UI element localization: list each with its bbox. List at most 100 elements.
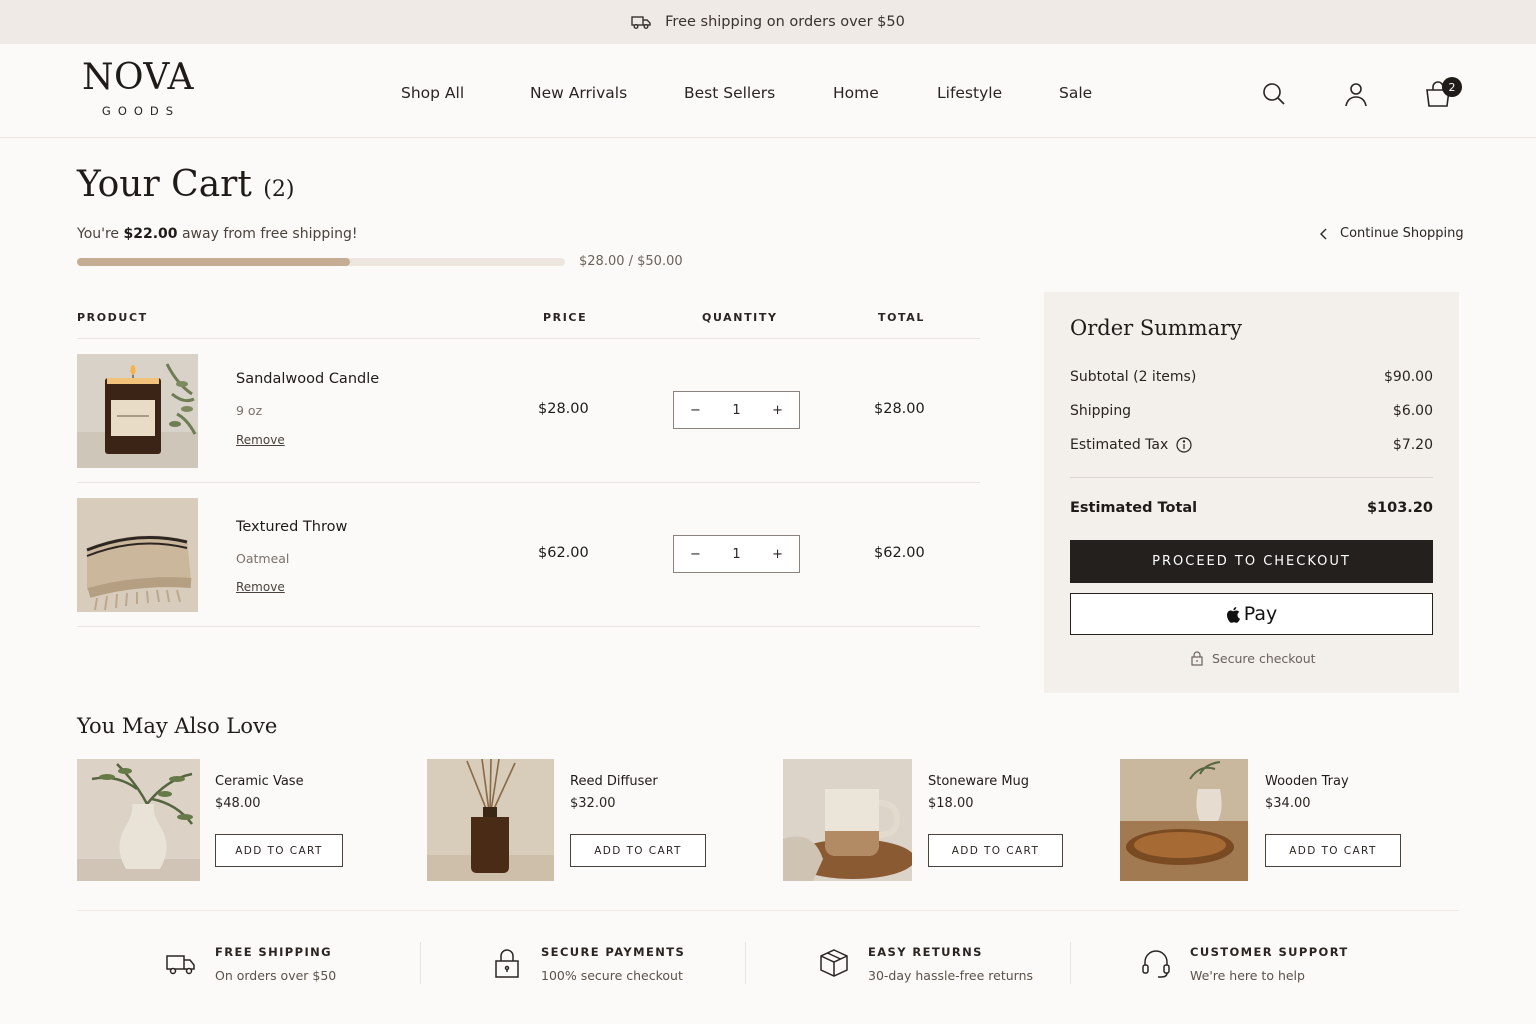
col-header-quantity: QUANTITY	[702, 311, 778, 324]
feature-text: We're here to help	[1190, 968, 1305, 983]
quantity-value[interactable]: 1	[732, 403, 740, 418]
recommendation-name[interactable]: Stoneware Mug	[928, 774, 1029, 789]
feature-text: 100% secure checkout	[541, 968, 683, 983]
announcement-text: Free shipping on orders over $50	[665, 14, 905, 30]
decrease-quantity-button[interactable]: −	[690, 547, 701, 562]
feature-free-shipping: FREE SHIPPING On orders over $50	[165, 945, 336, 983]
ship-msg-amount: $22.00	[123, 226, 178, 242]
cart-item-name[interactable]: Sandalwood Candle	[236, 371, 379, 387]
page-title: Your Cart (2)	[77, 164, 294, 205]
product-image-tray[interactable]	[1120, 759, 1248, 881]
feature-separator	[420, 942, 421, 984]
feature-title: CUSTOMER SUPPORT	[1190, 945, 1349, 959]
quantity-value[interactable]: 1	[732, 547, 740, 562]
subtotal-value: $90.00	[1384, 369, 1433, 385]
quantity-stepper: − 1 +	[673, 391, 800, 429]
increase-quantity-button[interactable]: +	[772, 403, 783, 418]
apple-pay-button[interactable]: Pay	[1070, 593, 1433, 635]
subtotal-row: Subtotal (2 items) $90.00	[1070, 369, 1433, 385]
cart-item-variant: 9 oz	[236, 403, 263, 418]
info-icon[interactable]	[1176, 437, 1192, 453]
headset-icon	[1142, 950, 1170, 978]
truck-icon	[631, 16, 651, 29]
row-divider	[77, 626, 980, 627]
recommendation-price: $32.00	[570, 796, 616, 811]
recommendation-price: $18.00	[928, 796, 974, 811]
continue-shopping-link[interactable]: Continue Shopping	[1320, 226, 1464, 241]
shipping-label: Shipping	[1070, 403, 1132, 419]
subtotal-label: Subtotal (2 items)	[1070, 369, 1197, 385]
remove-item-link[interactable]: Remove	[236, 580, 285, 594]
secure-checkout-note: Secure checkout	[1190, 650, 1316, 666]
add-to-cart-button[interactable]: ADD TO CART	[928, 834, 1063, 867]
shipping-progress-text: $28.00 / $50.00	[579, 254, 683, 269]
recommendation-price: $34.00	[1265, 796, 1311, 811]
free-shipping-message: You're $22.00 away from free shipping!	[77, 226, 358, 242]
feature-secure-payments: SECURE PAYMENTS 100% secure checkout	[491, 945, 685, 983]
col-header-total: TOTAL	[878, 311, 926, 324]
add-to-cart-button[interactable]: ADD TO CART	[1265, 834, 1401, 867]
add-to-cart-button[interactable]: ADD TO CART	[570, 834, 706, 867]
cart-item-total: $28.00	[874, 401, 925, 417]
shipping-value: $6.00	[1392, 403, 1433, 419]
feature-title: SECURE PAYMENTS	[541, 945, 686, 959]
feature-customer-support: CUSTOMER SUPPORT We're here to help	[1140, 945, 1349, 983]
table-divider	[77, 338, 980, 339]
total-label: Estimated Total	[1070, 500, 1198, 516]
recommendation-name[interactable]: Wooden Tray	[1265, 774, 1349, 789]
features-divider	[77, 910, 1459, 911]
nav-best-sellers[interactable]: Best Sellers	[684, 84, 775, 102]
continue-shopping-label: Continue Shopping	[1340, 226, 1464, 241]
lock-icon	[495, 949, 519, 978]
box-icon	[820, 949, 848, 977]
decrease-quantity-button[interactable]: −	[690, 403, 701, 418]
shipping-progress-bar	[77, 258, 565, 266]
announcement-bar: Free shipping on orders over $50	[0, 0, 1536, 44]
brand-subname: GOODS	[101, 104, 181, 118]
recommendation-name[interactable]: Ceramic Vase	[215, 774, 304, 789]
nav-shop-all[interactable]: Shop All	[401, 84, 464, 102]
tax-label: Estimated Tax	[1070, 437, 1169, 453]
truck-icon	[166, 955, 195, 975]
feature-title: FREE SHIPPING	[215, 945, 333, 959]
brand-logo[interactable]: NOVA GOODS	[76, 57, 200, 119]
tax-row: Estimated Tax $7.20	[1070, 437, 1433, 453]
col-header-price: PRICE	[543, 311, 588, 324]
add-to-cart-button[interactable]: ADD TO CART	[215, 834, 343, 867]
ship-msg-suffix: away from free shipping!	[177, 226, 358, 242]
remove-item-link[interactable]: Remove	[236, 433, 285, 447]
col-header-product: PRODUCT	[77, 311, 148, 324]
product-image-mug[interactable]	[783, 759, 912, 881]
cart-item-name[interactable]: Textured Throw	[236, 519, 347, 535]
product-image-diffuser[interactable]	[427, 759, 554, 881]
product-image-candle[interactable]	[77, 354, 198, 468]
cart-item-count: (2)	[263, 177, 295, 202]
nav-sale[interactable]: Sale	[1059, 84, 1092, 102]
total-value: $103.20	[1366, 500, 1433, 516]
quantity-stepper: − 1 +	[673, 535, 800, 573]
product-image-vase[interactable]	[77, 759, 200, 881]
shipping-row: Shipping $6.00	[1070, 403, 1433, 419]
chevron-left-icon	[1320, 228, 1327, 239]
recommendations-title: You May Also Love	[77, 714, 278, 738]
nav-new-arrivals[interactable]: New Arrivals	[530, 84, 627, 102]
nav-home[interactable]: Home	[833, 84, 879, 102]
row-divider	[77, 482, 980, 483]
ship-msg-prefix: You're	[77, 226, 124, 242]
account-icon[interactable]	[1342, 80, 1370, 108]
feature-text: 30-day hassle-free returns	[868, 968, 1034, 983]
summary-divider	[1070, 477, 1433, 478]
nav-lifestyle[interactable]: Lifestyle	[937, 84, 1002, 102]
proceed-to-checkout-button[interactable]: PROCEED TO CHECKOUT	[1070, 540, 1433, 583]
product-image-throw[interactable]	[77, 498, 198, 612]
apple-logo-icon	[1226, 606, 1240, 623]
cart-count-badge: 2	[1442, 77, 1462, 97]
feature-separator	[1070, 942, 1071, 984]
brand-name: NOVA	[82, 57, 194, 98]
recommendation-name[interactable]: Reed Diffuser	[570, 774, 658, 789]
cart-item-variant: Oatmeal	[236, 551, 290, 566]
increase-quantity-button[interactable]: +	[772, 547, 783, 562]
feature-easy-returns: EASY RETURNS 30-day hassle-free returns	[818, 945, 1033, 983]
recommendation-price: $48.00	[215, 796, 261, 811]
search-icon[interactable]	[1260, 80, 1288, 108]
